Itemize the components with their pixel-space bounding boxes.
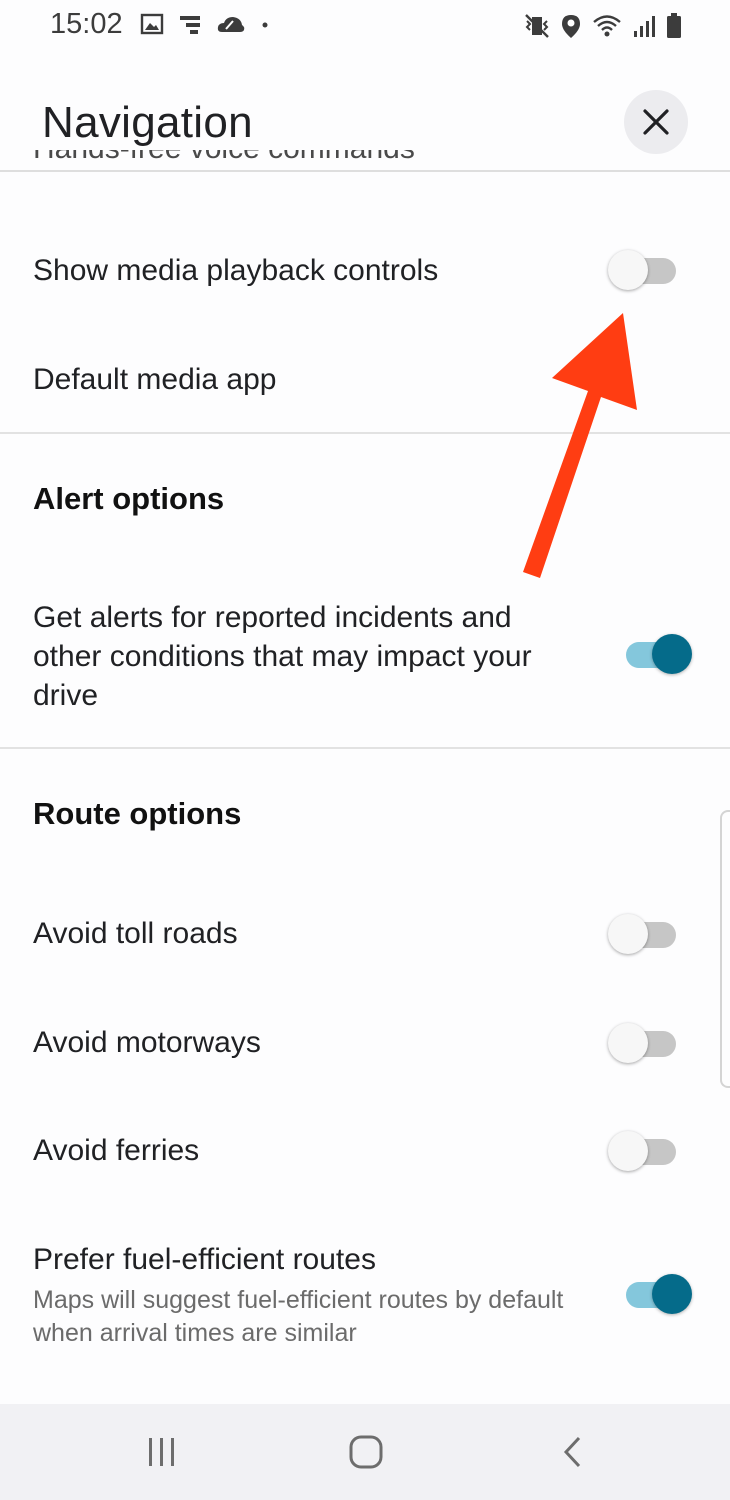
recents-icon <box>149 1438 174 1466</box>
home-icon <box>349 1435 383 1469</box>
recents-button[interactable] <box>142 1432 182 1472</box>
annotation-arrow <box>523 313 637 578</box>
system-nav-bar <box>0 1404 730 1500</box>
back-button[interactable] <box>552 1432 592 1472</box>
home-button[interactable] <box>346 1432 386 1472</box>
back-icon <box>563 1436 581 1468</box>
